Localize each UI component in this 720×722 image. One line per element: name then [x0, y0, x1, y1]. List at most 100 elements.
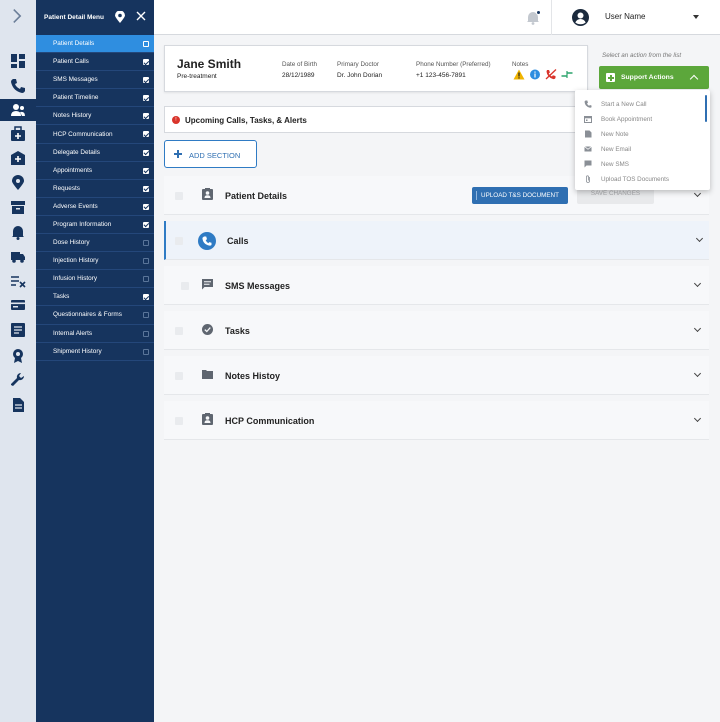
menu-item[interactable]: Appointments	[36, 162, 154, 180]
section-select-checkbox[interactable]	[181, 282, 189, 290]
menu-item-checkbox[interactable]	[143, 95, 149, 102]
calendar-icon	[584, 115, 601, 123]
menu-item[interactable]: Program Information	[36, 216, 154, 235]
menu-item-checkbox[interactable]	[143, 77, 149, 84]
phone-icon[interactable]	[10, 78, 26, 94]
chevron-down-icon[interactable]	[693, 414, 702, 423]
upcoming-alerts-banner[interactable]: ! Upcoming Calls, Tasks, & Alerts	[164, 106, 588, 133]
support-action-item[interactable]: New Note	[584, 128, 629, 140]
pin-icon[interactable]	[115, 10, 125, 23]
patients-nav-active[interactable]	[0, 99, 36, 121]
menu-item-checkbox[interactable]	[143, 348, 149, 355]
menu-item-label: Program Information	[53, 220, 112, 228]
chevron-down-icon[interactable]	[693, 189, 702, 198]
support-action-item[interactable]: Start a New Call	[584, 98, 647, 110]
support-action-item[interactable]: Upload TOS Documents	[584, 173, 669, 185]
menu-item[interactable]: Shipment History	[36, 343, 154, 361]
menu-item[interactable]: Questionnaires & Forms	[36, 306, 154, 325]
section-row[interactable]: Calls	[164, 221, 709, 260]
doctor-label: Primary Doctor	[337, 61, 379, 68]
chevron-right-icon[interactable]	[9, 8, 27, 28]
menu-item[interactable]: Notes History	[36, 107, 154, 126]
menu-item[interactable]: Patient Timeline	[36, 89, 154, 108]
section-title: Tasks	[225, 326, 250, 336]
menu-item[interactable]: Internal Alerts	[36, 325, 154, 343]
menu-item[interactable]: HCP Communication	[36, 125, 154, 144]
add-section-button[interactable]: ADD SECTION	[164, 140, 257, 168]
menu-item[interactable]: Patient Details	[36, 35, 154, 54]
ribbon-icon[interactable]	[10, 348, 26, 364]
paperclip-icon	[584, 175, 601, 183]
contact-card-icon	[201, 188, 214, 201]
support-actions-button[interactable]: Support Actions	[599, 66, 709, 89]
section-select-checkbox[interactable]	[175, 417, 183, 425]
location-icon[interactable]	[10, 175, 26, 191]
section-row[interactable]: HCP Communication	[164, 401, 709, 440]
menu-item-checkbox[interactable]	[143, 131, 149, 138]
dashboard-icon[interactable]	[10, 53, 26, 69]
wrench-icon[interactable]	[10, 372, 26, 388]
menu-item-checkbox[interactable]	[143, 149, 149, 156]
menu-item[interactable]: SMS Messages	[36, 71, 154, 90]
info-icon[interactable]	[529, 69, 541, 80]
menu-item-checkbox[interactable]	[143, 185, 149, 192]
chevron-down-icon[interactable]	[693, 369, 702, 378]
section-select-checkbox[interactable]	[175, 192, 183, 200]
section-row[interactable]: SMS Messages	[164, 266, 709, 305]
chevron-down-icon[interactable]	[693, 279, 702, 288]
menu-item[interactable]: Infusion History	[36, 270, 154, 289]
note-icon	[584, 130, 601, 138]
menu-item[interactable]: Dose History	[36, 234, 154, 253]
menu-item-checkbox[interactable]	[143, 221, 149, 228]
menu-item-checkbox[interactable]	[143, 294, 149, 301]
menu-item[interactable]: Requests	[36, 180, 154, 198]
close-icon[interactable]	[136, 11, 146, 21]
user-name[interactable]: User Name	[605, 12, 645, 21]
warning-icon[interactable]	[513, 69, 525, 80]
section-row[interactable]: Notes Histoy	[164, 356, 709, 395]
notifications-bell-icon[interactable]	[526, 10, 541, 25]
menu-item[interactable]: Patient Calls	[36, 53, 154, 72]
no-call-icon[interactable]	[545, 69, 557, 80]
medical-bag-icon[interactable]	[10, 126, 26, 142]
checklist-icon[interactable]	[10, 273, 26, 289]
archive-icon[interactable]	[10, 199, 26, 215]
menu-item-checkbox[interactable]	[143, 203, 149, 210]
status-toggle-icon[interactable]	[561, 69, 573, 80]
form-icon[interactable]	[10, 322, 26, 338]
menu-item[interactable]: Adverse Events	[36, 198, 154, 216]
section-row[interactable]: Tasks	[164, 311, 709, 350]
section-select-checkbox[interactable]	[175, 237, 183, 245]
menu-item-checkbox[interactable]	[143, 312, 149, 319]
menu-item-label: Adverse Events	[53, 202, 98, 210]
dropdown-scrollbar[interactable]	[705, 95, 707, 122]
menu-item-checkbox[interactable]	[143, 258, 149, 265]
action-hint: Select an action from the list	[602, 52, 682, 59]
menu-item-checkbox[interactable]	[143, 113, 149, 120]
menu-item-checkbox[interactable]	[143, 41, 149, 47]
upload-tos-button[interactable]: UPLOAD T&S DOCUMENT	[472, 187, 568, 204]
truck-icon[interactable]	[10, 248, 26, 264]
menu-item-checkbox[interactable]	[143, 240, 149, 247]
menu-item-checkbox[interactable]	[143, 167, 149, 174]
menu-item[interactable]: Tasks	[36, 288, 154, 307]
user-avatar-icon[interactable]	[572, 9, 589, 26]
menu-item[interactable]: Injection History	[36, 252, 154, 271]
support-action-item[interactable]: New SMS	[584, 158, 629, 170]
hospital-icon[interactable]	[10, 150, 26, 166]
caret-down-icon[interactable]	[693, 15, 699, 19]
menu-item-checkbox[interactable]	[143, 276, 149, 283]
card-icon[interactable]	[10, 297, 26, 313]
support-action-item[interactable]: New Email	[584, 143, 631, 155]
chevron-down-icon[interactable]	[693, 324, 702, 333]
bell-icon[interactable]	[10, 224, 26, 240]
menu-item-checkbox[interactable]	[143, 330, 149, 337]
menu-item-checkbox[interactable]	[143, 59, 149, 66]
menu-item-label: Appointments	[53, 166, 93, 174]
menu-item[interactable]: Delegate Details	[36, 144, 154, 162]
document-icon[interactable]	[10, 397, 26, 413]
section-select-checkbox[interactable]	[175, 327, 183, 335]
chevron-down-icon[interactable]	[695, 234, 704, 243]
support-action-item[interactable]: Book Appointment	[584, 113, 652, 125]
section-select-checkbox[interactable]	[175, 372, 183, 380]
